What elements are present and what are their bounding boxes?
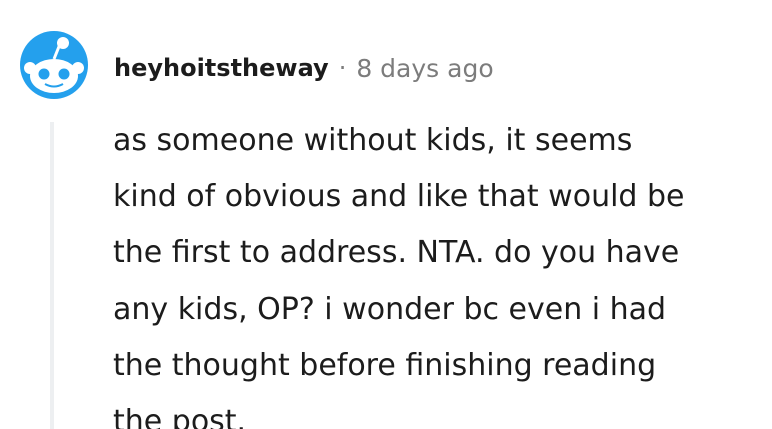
comment-body-line: kind of obvious and like that would be xyxy=(113,179,685,215)
comment-body: as someone without kids, it seems kind o… xyxy=(113,113,763,429)
comment-body-line: the post. xyxy=(113,404,247,429)
user-avatar[interactable] xyxy=(20,31,88,99)
comment-body-line: the thought before finishing reading xyxy=(113,347,657,383)
snoo-avatar-icon xyxy=(24,37,84,93)
meta-separator: · xyxy=(338,54,347,82)
author-username[interactable]: heyhoitstheway xyxy=(114,54,329,82)
comment-body-line: as someone without kids, it seems xyxy=(113,123,633,158)
comment-header: heyhoitstheway · 8 days ago xyxy=(114,48,494,88)
comment-timestamp[interactable]: 8 days ago xyxy=(356,54,493,83)
thread-collapse-line[interactable] xyxy=(50,122,54,429)
comment-body-line: any kids, OP? i wonder bc even i had xyxy=(113,291,667,327)
comment-body-line: the first to address. NTA. do you have xyxy=(113,235,680,271)
comment: heyhoitstheway · 8 days ago as someone w… xyxy=(0,0,772,429)
